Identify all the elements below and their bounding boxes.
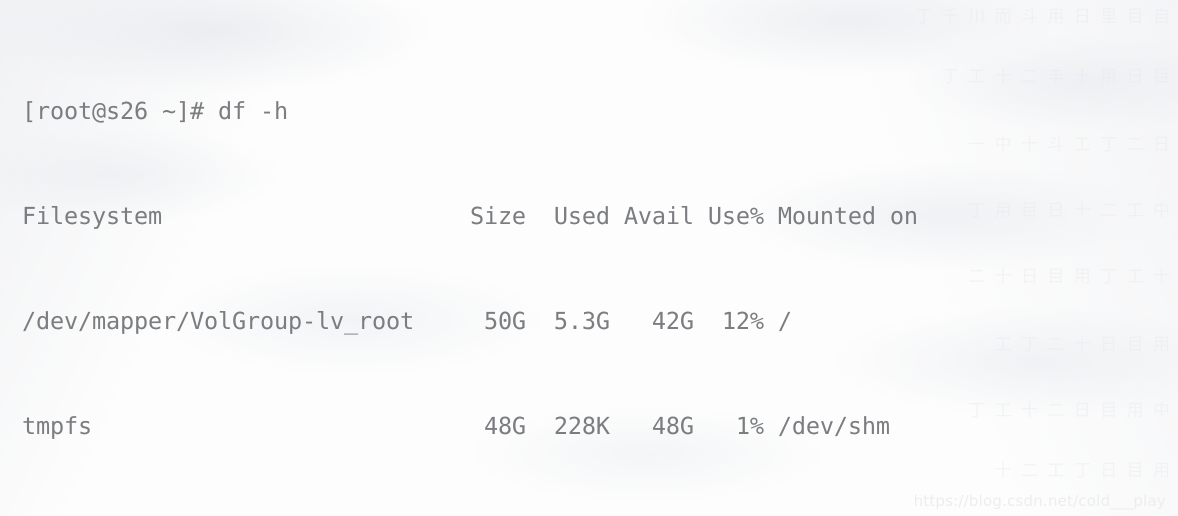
terminal-output[interactable]: [root@s26 ~]# df -h Filesystem Size Used… [22,24,941,516]
df-table-header: Filesystem Size Used Avail Use% Mounted … [22,202,918,230]
watermark-url: https://blog.csdn.net/cold___play [913,492,1166,510]
terminal-line-command: [root@s26 ~]# df -h [22,97,288,125]
df-table-row: tmpfs 48G 228K 48G 1% /dev/shm [22,412,890,440]
terminal-screenshot: 丁 千 川 而 斗 用 日 里 目 自 丁 工 十 二 丰 十 用 日 目 一 … [0,0,1178,516]
df-table-row: /dev/mapper/VolGroup-lv_root 50G 5.3G 42… [22,307,792,335]
